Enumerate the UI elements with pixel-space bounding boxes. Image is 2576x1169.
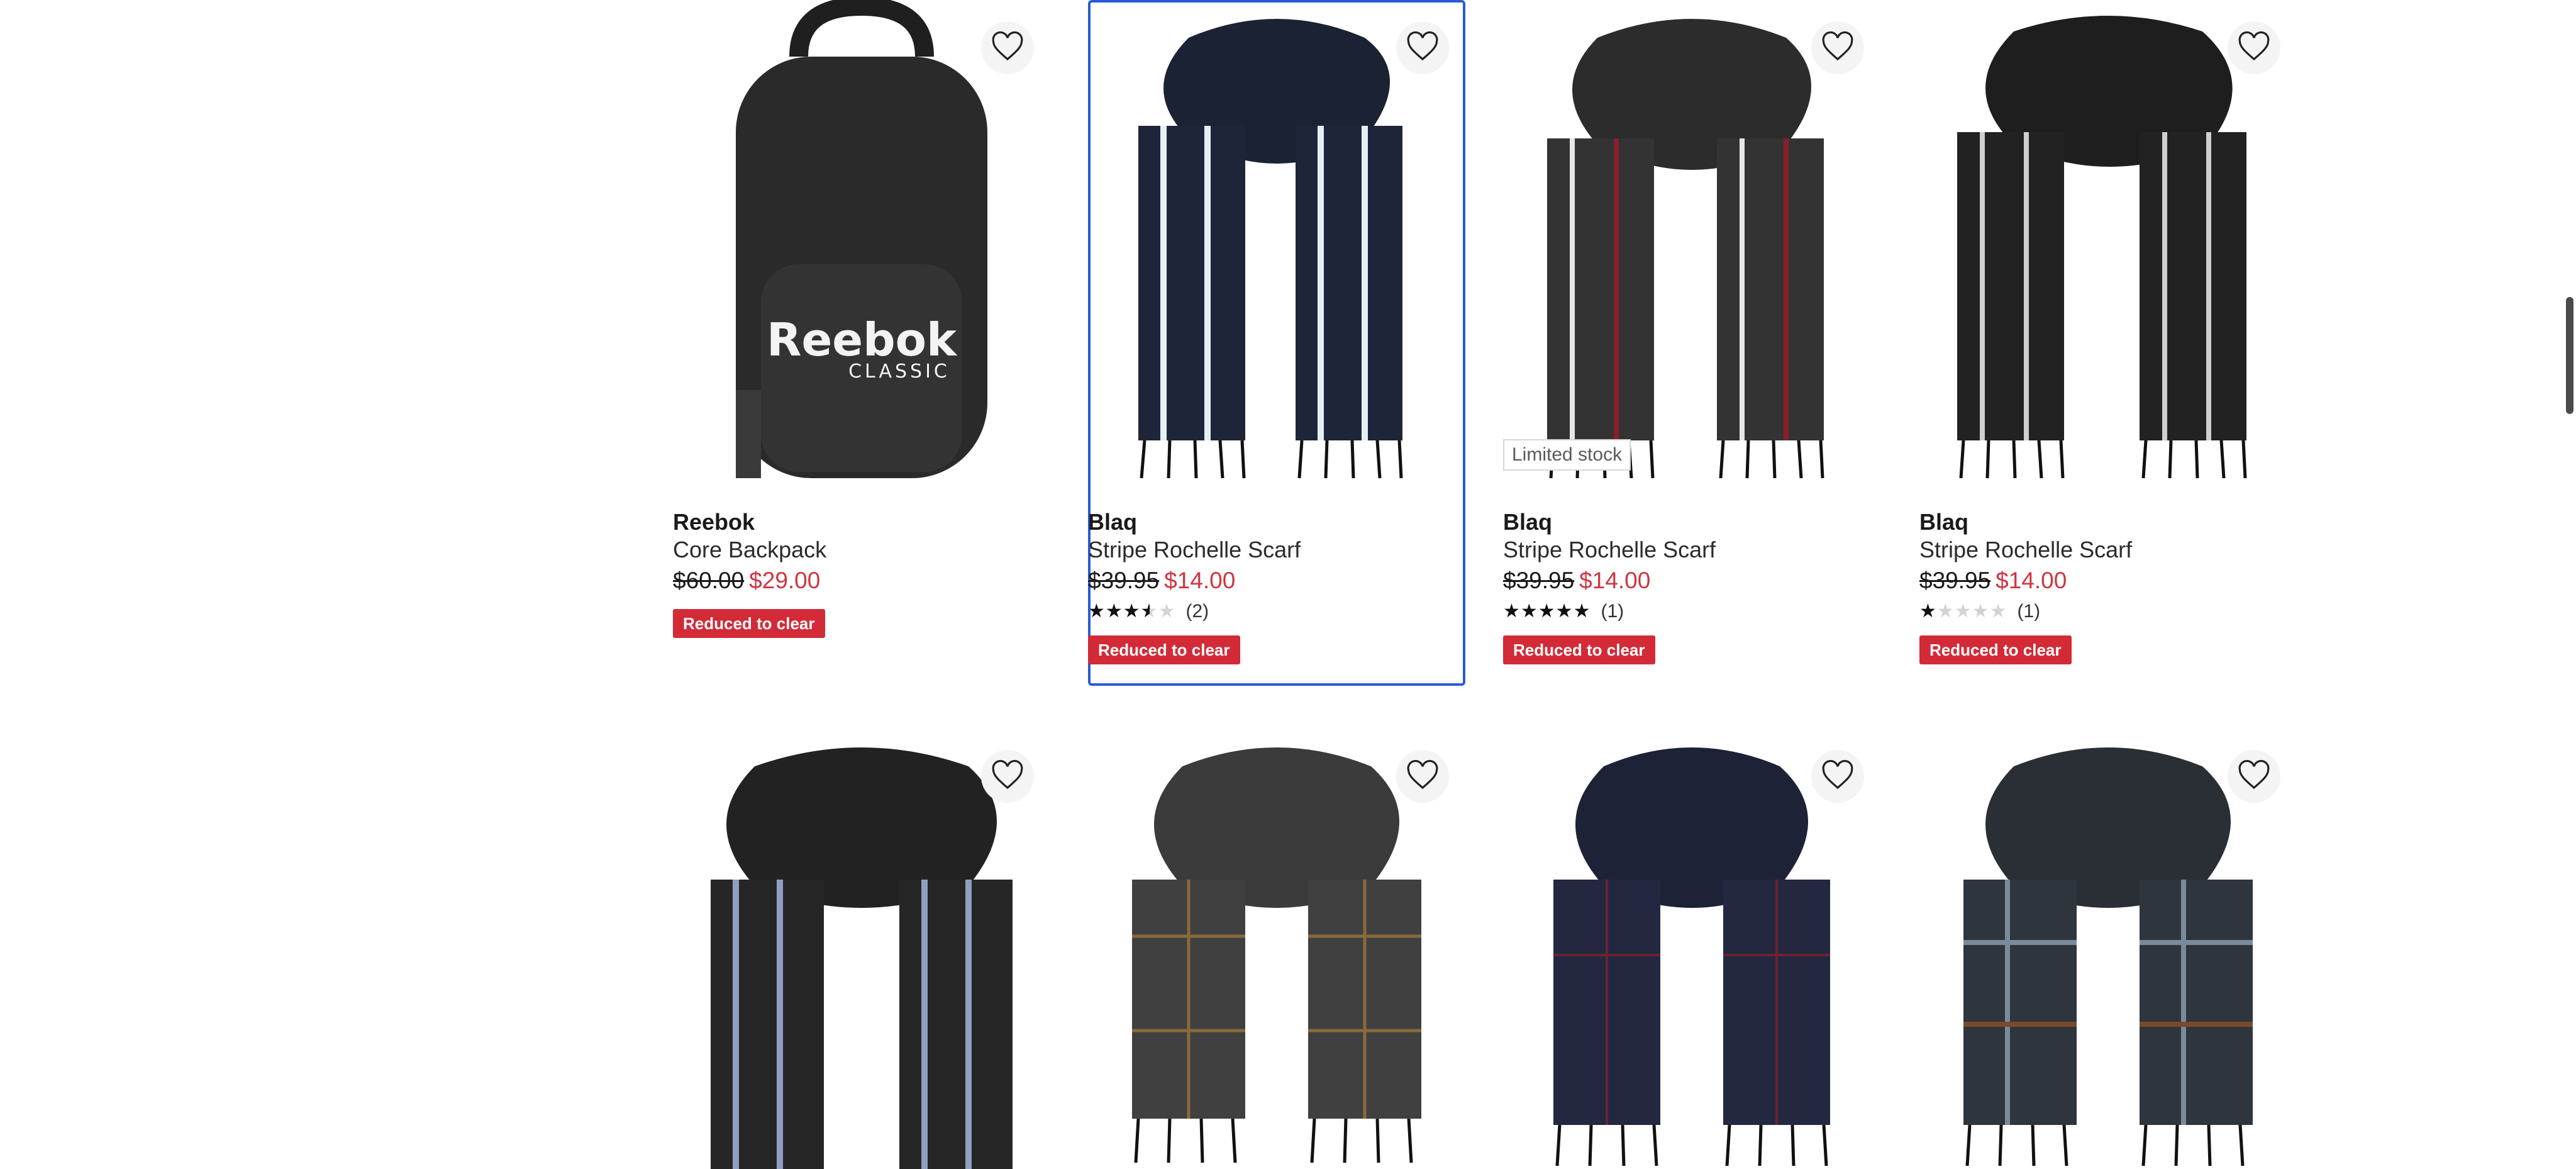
product-price: $39.95 $14.00 [1088, 564, 1465, 598]
wishlist-button[interactable] [2228, 21, 2280, 74]
star-rating: ★★★★★★★★★★ [1503, 601, 1591, 622]
product-brand: Blaq [1088, 509, 1138, 535]
reduced-badge: Reduced to clear [1503, 635, 1655, 664]
heart-outline-icon [1822, 759, 1853, 790]
product-card-7[interactable] [1503, 729, 1880, 1169]
limited-stock-tag: Limited stock [1503, 439, 1631, 471]
svg-text:CLASSIC: CLASSIC [848, 361, 950, 383]
product-image-backpack[interactable]: Reebok CLASSIC [673, 0, 1050, 484]
product-brand: Blaq [1919, 509, 1969, 535]
product-name[interactable]: Stripe Rochelle Scarf [1503, 536, 1880, 564]
product-card-6[interactable] [1088, 729, 1465, 1169]
product-image-scarf[interactable] [1919, 0, 2297, 484]
product-card-1[interactable]: Reebok CLASSIC Reebok Core Backpack $60.… [673, 0, 1050, 686]
heart-outline-icon [2238, 759, 2270, 790]
product-card-4[interactable]: Blaq Stripe Rochelle Scarf $39.95 $14.00 … [1919, 0, 2297, 686]
product-image-scarf[interactable] [1503, 0, 1880, 484]
wishlist-button[interactable] [981, 21, 1034, 74]
product-price: $39.95 $14.00 [1503, 564, 1880, 598]
wishlist-button[interactable] [1396, 750, 1449, 803]
reduced-badge: Reduced to clear [673, 609, 825, 638]
heart-outline-icon [992, 31, 1023, 61]
wishlist-button[interactable] [1396, 21, 1449, 74]
product-name[interactable]: Core Backpack [673, 536, 1050, 564]
svg-text:Reebok: Reebok [767, 313, 958, 366]
star-rating: ★★★★★★★★★★ [1088, 601, 1176, 622]
product-price: $39.95 $14.00 [1919, 564, 2297, 598]
review-count[interactable]: (1) [1601, 601, 1624, 622]
was-price: $60.00 [673, 568, 745, 593]
product-name[interactable]: Stripe Rochelle Scarf [1088, 536, 1465, 564]
product-image-scarf[interactable] [1088, 0, 1465, 484]
page-scrollbar-thumb[interactable] [2566, 297, 2573, 414]
product-name[interactable]: Stripe Rochelle Scarf [1919, 536, 2297, 564]
heart-outline-icon [1822, 31, 1853, 61]
product-price: $60.00 $29.00 [673, 564, 1050, 598]
sale-price: $14.00 [1579, 568, 1651, 593]
was-price: $39.95 [1503, 568, 1575, 593]
star-rating: ★★★★★★★★★★ [1919, 601, 2007, 622]
sale-price: $29.00 [749, 568, 821, 593]
wishlist-button[interactable] [1811, 21, 1864, 74]
review-count[interactable]: (1) [2017, 601, 2040, 622]
was-price: $39.95 [1088, 568, 1160, 593]
reduced-badge: Reduced to clear [1088, 635, 1240, 664]
product-card-8[interactable] [1919, 729, 2297, 1169]
reduced-badge: Reduced to clear [1919, 635, 2072, 664]
heart-outline-icon [992, 759, 1023, 790]
product-brand: Reebok [673, 509, 755, 535]
was-price: $39.95 [1919, 568, 1991, 593]
sale-price: $14.00 [1164, 568, 1236, 593]
product-card-3[interactable]: Limited stock Blaq Stripe Rochelle Scarf… [1503, 0, 1880, 686]
sale-price: $14.00 [1996, 568, 2067, 593]
rating: ★★★★★★★★★★ (1) [1919, 599, 2297, 624]
rating: ★★★★★★★★★★ (2) [1088, 599, 1465, 624]
product-card-5[interactable] [673, 729, 1050, 1169]
heart-outline-icon [2238, 31, 2270, 61]
heart-outline-icon [1407, 759, 1438, 790]
wishlist-button[interactable] [2228, 750, 2280, 803]
wishlist-button[interactable] [1811, 750, 1864, 803]
product-brand: Blaq [1503, 509, 1553, 535]
review-count[interactable]: (2) [1185, 601, 1209, 622]
rating: ★★★★★★★★★★ (1) [1503, 599, 1880, 624]
heart-outline-icon [1407, 31, 1438, 61]
wishlist-button[interactable] [981, 750, 1034, 803]
product-card-2[interactable]: Blaq Stripe Rochelle Scarf $39.95 $14.00 … [1088, 0, 1465, 686]
